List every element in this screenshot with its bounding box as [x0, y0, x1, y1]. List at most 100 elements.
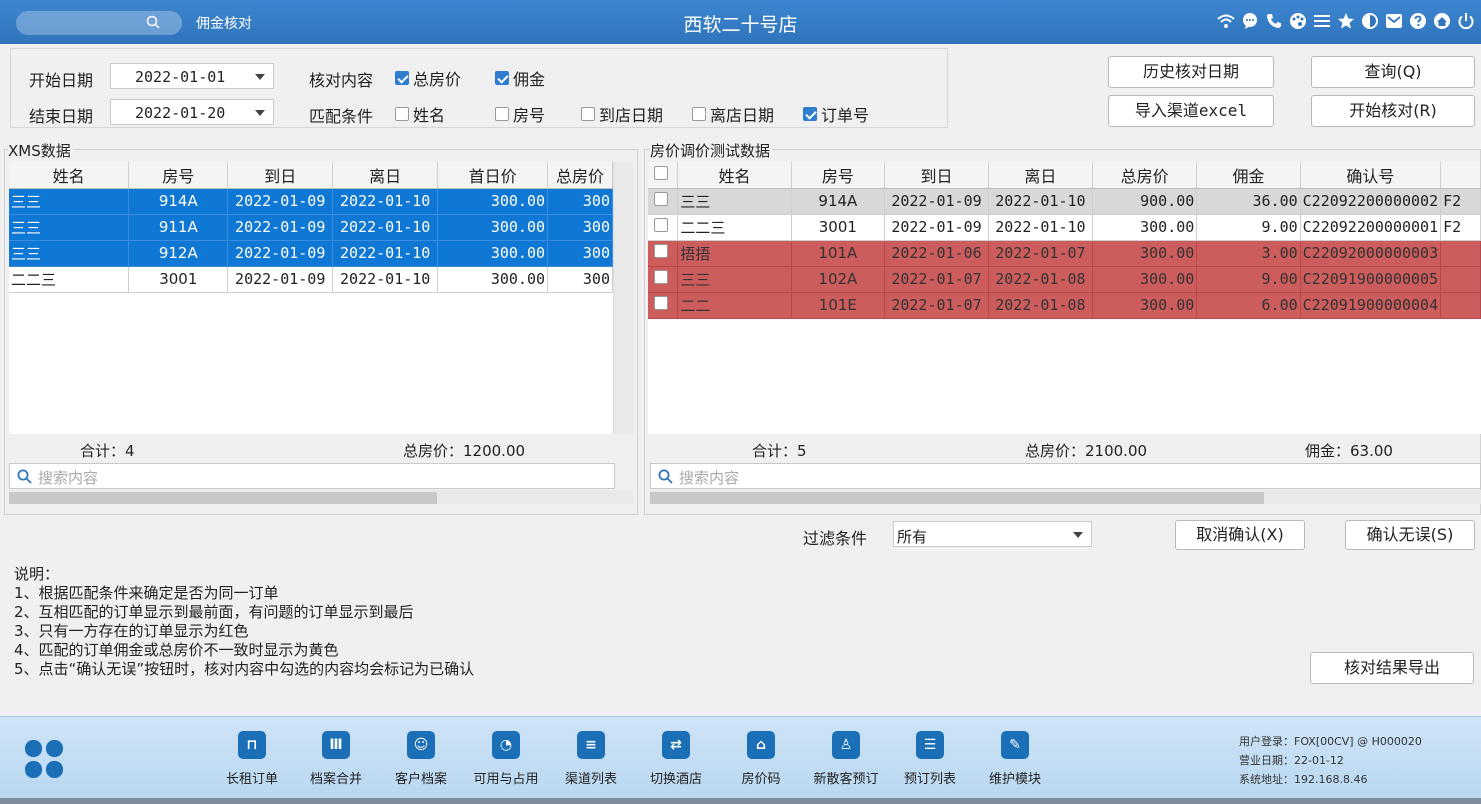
help-icon[interactable] [1409, 10, 1427, 32]
rate-column-header[interactable]: 佣金 [1196, 162, 1301, 189]
taskbar-item[interactable]: ✎ 维护模块 [975, 731, 1055, 787]
xms-table-row[interactable]: 三三 911A 2022-01-09 2022-01-10 300.00 300 [9, 214, 613, 241]
row-checkbox[interactable] [648, 266, 679, 293]
rate-horizontal-scrollbar[interactable] [650, 490, 1481, 504]
rate-cell-dep: 2022-01-10 [988, 214, 1093, 241]
match-name[interactable]: 姓名 [395, 102, 445, 126]
cancel-confirm-button[interactable]: 取消确认(X) [1175, 520, 1305, 550]
xms-column-header[interactable]: 到日 [227, 162, 334, 189]
rate-cell-arr: 2022-01-09 [884, 214, 989, 241]
xms-empty-cell [547, 396, 613, 422]
xms-vertical-scrollbar[interactable] [613, 162, 633, 434]
row-checkbox[interactable] [648, 240, 679, 267]
rate-column-header[interactable]: 姓名 [677, 162, 792, 189]
taskbar-item[interactable]: ☰ 预订列表 [890, 731, 970, 787]
xms-horizontal-scrollbar[interactable] [9, 490, 633, 504]
xms-table-row[interactable]: 三三 912A 2022-01-09 2022-01-10 300.00 300 [9, 240, 613, 267]
xms-empty-row [9, 292, 613, 318]
taskbar-item[interactable]: ⇄ 切换酒店 [636, 731, 716, 787]
rate-column-header[interactable]: 房号 [791, 162, 886, 189]
rate-scroll-thumb[interactable] [650, 492, 1264, 504]
rate-column-header[interactable]: 确认号 [1300, 162, 1442, 189]
row-checkbox[interactable] [648, 292, 679, 319]
xms-empty-cell [227, 396, 333, 422]
export-result-button[interactable]: 核对结果导出 [1310, 652, 1474, 684]
rate-table-row[interactable]: 三三 102A 2022-01-07 2022-01-08 300.00 9.00 C220… [648, 266, 1481, 293]
xms-search-input[interactable]: 搜索内容 [9, 463, 615, 489]
xms-column-header[interactable]: 离日 [332, 162, 439, 189]
row-checkbox[interactable] [648, 188, 679, 215]
xms-empty-cell [9, 370, 129, 396]
rate-search-input[interactable]: 搜索内容 [650, 463, 1481, 489]
query-button[interactable]: 查询(Q) [1311, 56, 1475, 88]
rate-table-row[interactable]: 三三 914A 2022-01-09 2022-01-10 900.00 36.00 C22… [648, 188, 1481, 215]
match-departure[interactable]: 离店日期 [692, 102, 774, 126]
title-search-box[interactable] [16, 11, 182, 35]
match-arrival[interactable]: 到店日期 [581, 102, 663, 126]
xms-empty-cell [128, 344, 228, 370]
business-date: 营业日期：22-01-12 [1239, 754, 1344, 767]
taskbar-item[interactable]: ≡ 渠道列表 [551, 731, 631, 787]
rate-column-header[interactable]: 总房价 [1092, 162, 1198, 189]
wifi-icon[interactable] [1217, 10, 1235, 32]
xms-cell-dep: 2022-01-10 [332, 188, 439, 215]
xms-scroll-thumb[interactable] [9, 492, 437, 504]
check-commission[interactable]: 佣金 [495, 66, 545, 90]
match-room[interactable]: 房号 [495, 102, 545, 126]
taskbar-item[interactable]: ⌂ 房价码 [721, 731, 801, 787]
xms-empty-cell [9, 396, 129, 422]
xms-cell-total: 300 [547, 188, 613, 215]
xms-column-header[interactable]: 总房价 [547, 162, 613, 189]
star-icon[interactable] [1337, 10, 1355, 32]
phone-icon[interactable] [1265, 10, 1283, 32]
contrast-icon[interactable] [1361, 10, 1379, 32]
xms-table-row[interactable]: 二二三 3001 2022-01-09 2022-01-10 300.00 300 [9, 266, 613, 293]
rate-cell-conf: C22092200000001 [1300, 214, 1442, 241]
chat-icon[interactable] [1241, 10, 1259, 32]
taskbar-item[interactable]: Ⅲ 档案合并 [296, 731, 376, 787]
rate-cell-conf: C22092000000003 [1300, 240, 1442, 267]
rate-table-row[interactable]: 二二 101E 2022-01-07 2022-01-08 300.00 6.00 C220… [648, 292, 1481, 319]
import-excel-button[interactable]: 导入渠道excel [1108, 95, 1274, 127]
xms-column-header[interactable]: 姓名 [9, 162, 130, 189]
rate-column-header[interactable]: 到日 [884, 162, 989, 189]
history-date-button[interactable]: 历史核对日期 [1108, 56, 1274, 88]
start-date-picker[interactable]: 2022-01-01 [110, 63, 274, 89]
menu-icon[interactable] [1313, 10, 1331, 32]
rate-cell-conf: C22091900000005 [1300, 266, 1442, 293]
checkbox-checked-icon [803, 107, 817, 121]
checkbox-icon [495, 107, 509, 121]
filter-condition-select[interactable]: 所有 [893, 521, 1092, 547]
taskbar-item[interactable]: ◔ 可用与占用 [466, 731, 546, 787]
rate-table-row[interactable]: 二二三 3001 2022-01-09 2022-01-10 300.00 9.00 C22… [648, 214, 1481, 241]
taskbar-item-label: 房价码 [741, 772, 781, 787]
select-all-checkbox[interactable] [648, 162, 679, 189]
rate-column-header[interactable]: 离日 [988, 162, 1093, 189]
end-date-picker[interactable]: 2022-01-20 [110, 99, 274, 125]
check-total-price[interactable]: 总房价 [395, 66, 461, 90]
match-order-no[interactable]: 订单号 [803, 102, 869, 126]
taskbar-item[interactable]: ♙ 新散客预订 [806, 731, 886, 787]
taskbar-item[interactable]: ⊓ 长租订单 [212, 731, 292, 787]
xms-column-header[interactable]: 房号 [128, 162, 229, 189]
xms-empty-row [9, 318, 613, 344]
xms-empty-cell [227, 344, 333, 370]
wrench-icon: ✎ [1001, 731, 1029, 759]
mail-icon[interactable] [1385, 10, 1403, 32]
row-checkbox[interactable] [648, 214, 679, 241]
xms-column-header[interactable]: 首日价 [437, 162, 549, 189]
palette-icon[interactable] [1289, 10, 1307, 32]
xms-table-row[interactable]: 三三 914A 2022-01-09 2022-01-10 300.00 300 [9, 188, 613, 215]
confirm-ok-button[interactable]: 确认无误(S) [1345, 520, 1475, 550]
home-icon[interactable] [1433, 10, 1451, 32]
chevron-down-icon [1073, 532, 1083, 538]
power-icon[interactable] [1457, 10, 1475, 32]
end-date-value: 2022-01-20 [135, 104, 226, 122]
match-name-label: 姓名 [413, 106, 446, 125]
rate-search-placeholder: 搜索内容 [679, 469, 740, 487]
start-check-button[interactable]: 开始核对(R) [1311, 95, 1475, 127]
xms-empty-cell [9, 292, 129, 318]
checkbox-icon [395, 107, 409, 121]
taskbar-item[interactable]: ☺ 客户档案 [381, 731, 461, 787]
rate-table-row[interactable]: 捂捂 101A 2022-01-06 2022-01-07 300.00 3.00 C220… [648, 240, 1481, 267]
